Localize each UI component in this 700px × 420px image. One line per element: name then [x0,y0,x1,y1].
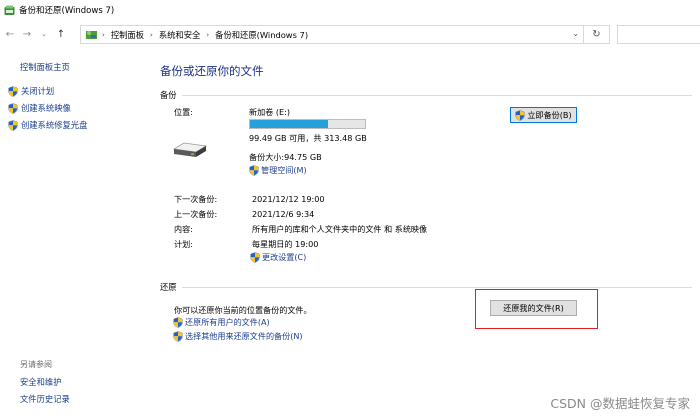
chevron-down-icon[interactable]: ⌄ [572,29,579,38]
search-input[interactable] [617,25,700,44]
restore-description: 你可以还原你当前的位置备份的文件。 [174,305,312,315]
manage-space-link[interactable]: 管理空间(M) [249,165,307,176]
sidebar-item-create-repair-disc[interactable]: 创建系统修复光盘 [8,119,87,131]
sidebar-home-link[interactable]: 控制面板主页 [20,61,70,73]
uac-shield-icon [173,331,183,342]
backup-app-icon [4,5,15,15]
select-other-backup-link[interactable]: 选择其他用来还原文件的备份(N) [173,331,303,342]
hard-drive-icon [172,142,208,157]
sidebar-item-label: 创建系统映像 [21,103,71,113]
address-bar[interactable]: › 控制面板 › 系统和安全 › 备份和还原(Windows 7) ⌄ ↻ [80,25,610,44]
sidebar: 控制面板主页 关闭计划 创建系统映像 创建系统修复光盘 另请参阅 安全和维护 文… [0,48,142,420]
sidebar-item-turn-off-schedule[interactable]: 关闭计划 [8,85,54,97]
see-also-security-maintenance[interactable]: 安全和维护 [20,376,62,388]
uac-shield-icon [8,103,18,114]
uac-shield-icon [8,86,18,97]
breadcrumb-separator: › [206,30,210,39]
restore-all-users-link[interactable]: 还原所有用户的文件(A) [173,317,270,328]
uac-shield-icon [249,165,259,176]
breadcrumb-backup-restore[interactable]: 备份和还原(Windows 7) [215,29,308,41]
refresh-icon[interactable]: ↻ [583,26,609,43]
highlight-box [475,289,598,329]
sidebar-item-create-system-image[interactable]: 创建系统映像 [8,102,71,114]
section-divider [182,95,692,96]
backup-size: 备份大小:94.75 GB [249,152,322,162]
backup-volume: 新加卷 (E:) [249,107,291,117]
uac-shield-icon [250,252,260,263]
section-divider [182,287,692,288]
breadcrumb-control-panel[interactable]: 控制面板 [111,29,144,41]
last-backup-value: 2021/12/6 9:34 [252,209,315,219]
free-space-text: 99.49 GB 可用，共 313.48 GB [249,133,367,143]
up-arrow-icon[interactable]: ↑ [54,27,68,41]
backup-section-heading: 备份 [160,90,177,100]
select-other-backup-label: 选择其他用来还原文件的备份(N) [185,331,303,341]
restore-section-heading: 还原 [160,282,177,292]
change-settings-link[interactable]: 更改设置(C) [250,252,306,263]
window-title: 备份和还原(Windows 7) [19,6,115,16]
breadcrumb-separator: › [102,30,105,39]
main-content: 备份或还原你的文件 备份 位置: 新加卷 (E:) 99.49 GB 可用，共 … [142,48,700,420]
watermark: CSDN @数据蛙恢复专家 [550,396,690,411]
content-label: 内容: [174,224,193,234]
navigation-bar: ← → ⌄ ↑ › 控制面板 › 系统和安全 › 备份和还原(Windows 7… [0,22,700,46]
uac-shield-icon [173,317,183,328]
right-arrow-icon[interactable]: → [20,27,34,41]
see-also-heading: 另请参阅 [20,360,52,369]
change-settings-label: 更改设置(C) [262,252,307,262]
see-also-file-history[interactable]: 文件历史记录 [20,393,70,405]
backup-now-label: 立即备份(B) [527,109,572,120]
chevron-down-icon[interactable]: ⌄ [37,27,51,41]
last-backup-label: 上一次备份: [174,209,218,219]
schedule-value: 每星期日的 19:00 [252,239,319,249]
breadcrumb-separator: › [150,30,153,39]
title-bar: 备份和还原(Windows 7) [0,0,700,20]
schedule-label: 计划: [174,239,193,249]
uac-shield-icon [515,110,525,121]
sidebar-item-label: 关闭计划 [21,86,55,96]
sidebar-item-label: 创建系统修复光盘 [21,120,88,130]
disk-usage-bar [249,119,366,129]
page-title: 备份或还原你的文件 [160,64,264,78]
manage-space-label: 管理空间(M) [261,165,307,175]
backup-now-button[interactable]: 立即备份(B) [510,107,577,123]
breadcrumb-system-security[interactable]: 系统和安全 [159,29,201,41]
restore-all-users-label: 还原所有用户的文件(A) [185,317,270,327]
uac-shield-icon [8,120,18,131]
control-panel-icon [86,31,97,39]
next-backup-label: 下一次备份: [174,194,218,204]
next-backup-value: 2021/12/12 19:00 [252,194,325,204]
content-value: 所有用户的库和个人文件夹中的文件 和 系统映像 [252,224,428,234]
left-arrow-icon[interactable]: ← [3,27,17,41]
location-label: 位置: [174,107,193,117]
disk-usage-fill [250,120,329,128]
